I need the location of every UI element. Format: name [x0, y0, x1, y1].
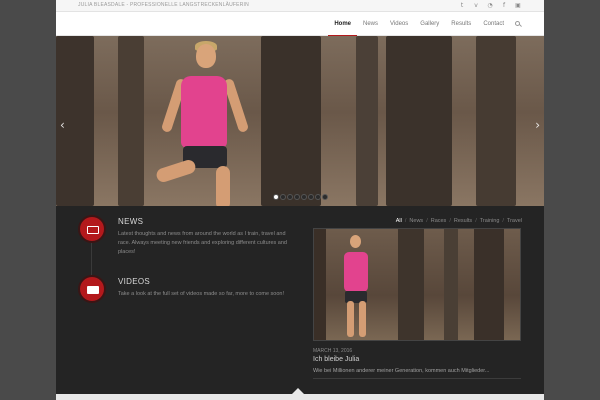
runner-top: [344, 252, 368, 292]
tree-trunk: [476, 36, 516, 206]
post-date: MARCH 13, 2016: [313, 348, 353, 354]
post-title[interactable]: Ich bleibe Julia: [313, 356, 359, 363]
twitter-icon[interactable]: t: [458, 1, 466, 10]
tree-trunk: [118, 36, 144, 206]
top-bar: JULIA BLEASDALE - PROFESSIONELLE LANGSTR…: [56, 0, 544, 12]
footer-strip: [56, 394, 544, 400]
tree-trunk: [444, 229, 458, 340]
site-tagline: JULIA BLEASDALE - PROFESSIONELLE LANGSTR…: [78, 2, 249, 8]
nav-item-results[interactable]: Results: [445, 12, 477, 36]
slider-dot[interactable]: [308, 194, 314, 200]
filter-results[interactable]: Results: [454, 218, 472, 224]
filter-separator: /: [475, 218, 477, 224]
filter-news[interactable]: News: [409, 218, 423, 224]
tree-trunk: [261, 36, 321, 206]
nav-item-contact[interactable]: Contact: [477, 12, 510, 36]
feature-title[interactable]: VIDEOS: [118, 277, 150, 286]
main-header: Home News Videos Gallery Results Contact: [56, 12, 544, 37]
search-icon-handle: [519, 24, 522, 27]
tree-trunk: [356, 36, 378, 206]
nav-item-home[interactable]: Home: [328, 12, 357, 37]
runner-leg: [347, 301, 354, 337]
keyboard-icon-glyph: [87, 226, 99, 234]
post-thumbnail[interactable]: [313, 228, 521, 341]
filter-separator: /: [426, 218, 428, 224]
slider-dot[interactable]: [301, 194, 307, 200]
ticket-icon[interactable]: [78, 275, 106, 303]
slider-dot[interactable]: [280, 194, 286, 200]
social-links: t v ◔ f ▣: [458, 1, 522, 10]
slider-dot[interactable]: [287, 194, 293, 200]
nav-item-gallery[interactable]: Gallery: [414, 12, 445, 36]
runner-head: [350, 235, 361, 248]
instagram-icon[interactable]: ▣: [514, 1, 522, 10]
rss-icon[interactable]: ◔: [486, 1, 494, 10]
keyboard-icon[interactable]: [78, 215, 106, 243]
search-icon[interactable]: [510, 12, 526, 36]
content-section: NEWS Latest thoughts and news from aroun…: [56, 206, 544, 394]
main-nav: Home News Videos Gallery Results Contact: [328, 12, 526, 37]
tree-trunk: [398, 229, 424, 340]
filter-races[interactable]: Races: [431, 218, 447, 224]
filter-separator: /: [502, 218, 504, 224]
tree-trunk: [386, 36, 452, 206]
feature-text: Take a look at the full set of videos ma…: [118, 291, 285, 297]
slider-prev-icon[interactable]: ‹: [60, 118, 65, 132]
feature-text: Latest thoughts and news from around the…: [118, 231, 287, 255]
slider-dot[interactable]: [315, 194, 321, 200]
slider-next-icon[interactable]: ›: [535, 118, 540, 132]
filter-all[interactable]: All: [396, 218, 402, 224]
facebook-icon[interactable]: f: [500, 1, 508, 10]
feature-title[interactable]: NEWS: [118, 217, 143, 226]
runner-leg: [216, 166, 230, 206]
runner-head: [196, 44, 216, 68]
slider-dot[interactable]: [322, 194, 328, 200]
post-filters: All / News / Races / Results / Training …: [396, 218, 522, 224]
filter-travel[interactable]: Travel: [507, 218, 522, 224]
vimeo-icon[interactable]: v: [472, 1, 480, 10]
nav-item-news[interactable]: News: [357, 12, 384, 36]
filter-separator: /: [449, 218, 451, 224]
post-excerpt: Wie bei Millionen anderer meiner Generat…: [313, 368, 521, 379]
nav-item-videos[interactable]: Videos: [384, 12, 414, 36]
runner-top: [181, 76, 227, 148]
filter-separator: /: [404, 218, 407, 224]
tree-trunk: [474, 229, 504, 340]
hero-slider[interactable]: ‹ ›: [56, 36, 544, 206]
filter-training[interactable]: Training: [480, 218, 500, 224]
tree-trunk: [314, 229, 326, 340]
runner-leg: [359, 301, 366, 337]
page: JULIA BLEASDALE - PROFESSIONELLE LANGSTR…: [56, 0, 544, 400]
slider-dots: [273, 194, 328, 200]
slider-dot[interactable]: [294, 194, 300, 200]
slider-dot[interactable]: [273, 194, 279, 200]
ticket-icon-glyph: [87, 286, 99, 294]
